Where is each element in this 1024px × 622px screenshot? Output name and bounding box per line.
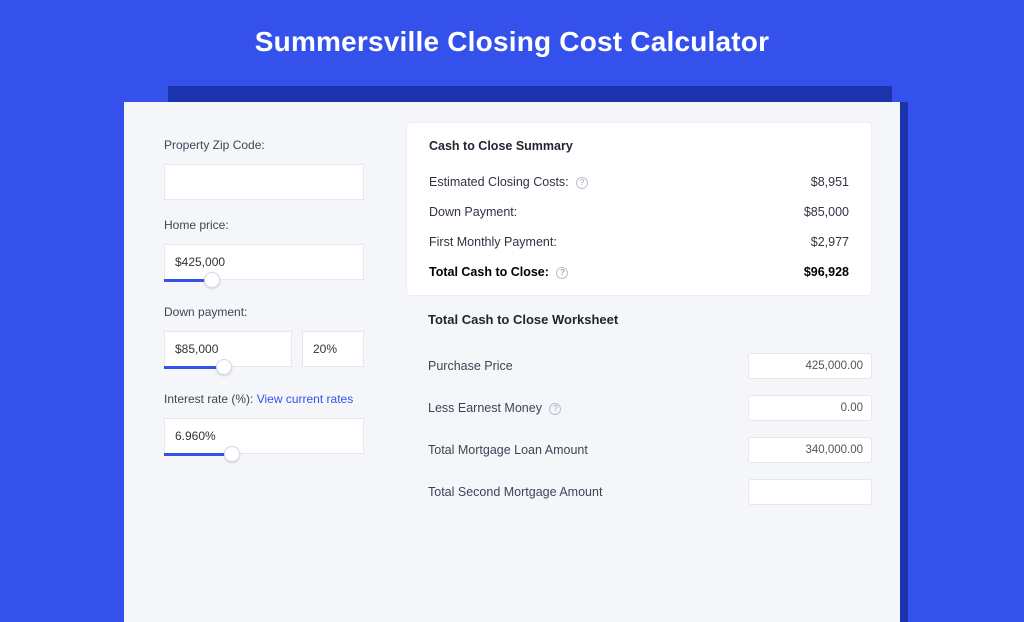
summary-total-row: Total Cash to Close: ? $96,928 bbox=[429, 257, 849, 287]
worksheet-row-label: Total Second Mortgage Amount bbox=[428, 485, 602, 499]
interest-rate-label: Interest rate (%): View current rates bbox=[164, 392, 364, 406]
interest-rate-slider[interactable] bbox=[164, 453, 364, 461]
summary-row-value: $8,951 bbox=[811, 175, 849, 189]
summary-row-value: $85,000 bbox=[804, 205, 849, 219]
page-title: Summersville Closing Cost Calculator bbox=[0, 0, 1024, 78]
worksheet-row-input[interactable] bbox=[748, 479, 872, 505]
view-rates-link[interactable]: View current rates bbox=[257, 392, 354, 406]
slider-track bbox=[164, 453, 232, 456]
worksheet-row: Total Second Mortgage Amount bbox=[428, 471, 872, 513]
summary-total-value: $96,928 bbox=[804, 265, 849, 279]
summary-row: Estimated Closing Costs: ? $8,951 bbox=[429, 167, 849, 197]
down-payment-slider[interactable] bbox=[164, 366, 364, 374]
down-payment-label: Down payment: bbox=[164, 305, 364, 319]
card-shadow bbox=[168, 86, 892, 102]
worksheet-row-label: Total Mortgage Loan Amount bbox=[428, 443, 588, 457]
down-payment-pct-input[interactable]: 20% bbox=[302, 331, 364, 367]
summary-row: Down Payment: $85,000 bbox=[429, 197, 849, 227]
help-icon[interactable]: ? bbox=[556, 267, 568, 279]
slider-track bbox=[164, 366, 224, 369]
worksheet-row-label: Purchase Price bbox=[428, 359, 513, 373]
worksheet-title: Total Cash to Close Worksheet bbox=[428, 312, 872, 327]
summary-row-value: $2,977 bbox=[811, 235, 849, 249]
summary-total-label: Total Cash to Close: ? bbox=[429, 265, 568, 279]
summary-row-label: Estimated Closing Costs: ? bbox=[429, 175, 588, 189]
inputs-panel: Property Zip Code: Home price: $425,000 … bbox=[124, 102, 390, 622]
interest-rate-label-text: Interest rate (%): bbox=[164, 392, 253, 406]
slider-thumb[interactable] bbox=[224, 446, 240, 462]
home-price-label: Home price: bbox=[164, 218, 364, 232]
home-price-slider[interactable] bbox=[164, 279, 364, 287]
help-icon[interactable]: ? bbox=[549, 403, 561, 415]
worksheet-row: Total Mortgage Loan Amount 340,000.00 bbox=[428, 429, 872, 471]
calculator-card: Property Zip Code: Home price: $425,000 … bbox=[124, 102, 900, 622]
summary-row-label: Down Payment: bbox=[429, 205, 517, 219]
zip-label: Property Zip Code: bbox=[164, 138, 364, 152]
slider-thumb[interactable] bbox=[204, 272, 220, 288]
summary-card: Cash to Close Summary Estimated Closing … bbox=[406, 122, 872, 296]
worksheet-row-label: Less Earnest Money ? bbox=[428, 401, 561, 415]
interest-rate-input[interactable]: 6.960% bbox=[164, 418, 364, 454]
worksheet-row-input[interactable]: 425,000.00 bbox=[748, 353, 872, 379]
worksheet-row: Less Earnest Money ? 0.00 bbox=[428, 387, 872, 429]
worksheet-row-input[interactable]: 340,000.00 bbox=[748, 437, 872, 463]
worksheet-row: Purchase Price 425,000.00 bbox=[428, 345, 872, 387]
summary-row-label: First Monthly Payment: bbox=[429, 235, 557, 249]
summary-title: Cash to Close Summary bbox=[429, 139, 849, 153]
summary-row: First Monthly Payment: $2,977 bbox=[429, 227, 849, 257]
output-panel: Cash to Close Summary Estimated Closing … bbox=[390, 102, 900, 622]
worksheet-panel: Total Cash to Close Worksheet Purchase P… bbox=[406, 312, 900, 513]
zip-input[interactable] bbox=[164, 164, 364, 200]
home-price-input[interactable]: $425,000 bbox=[164, 244, 364, 280]
worksheet-row-input[interactable]: 0.00 bbox=[748, 395, 872, 421]
slider-thumb[interactable] bbox=[216, 359, 232, 375]
help-icon[interactable]: ? bbox=[576, 177, 588, 189]
